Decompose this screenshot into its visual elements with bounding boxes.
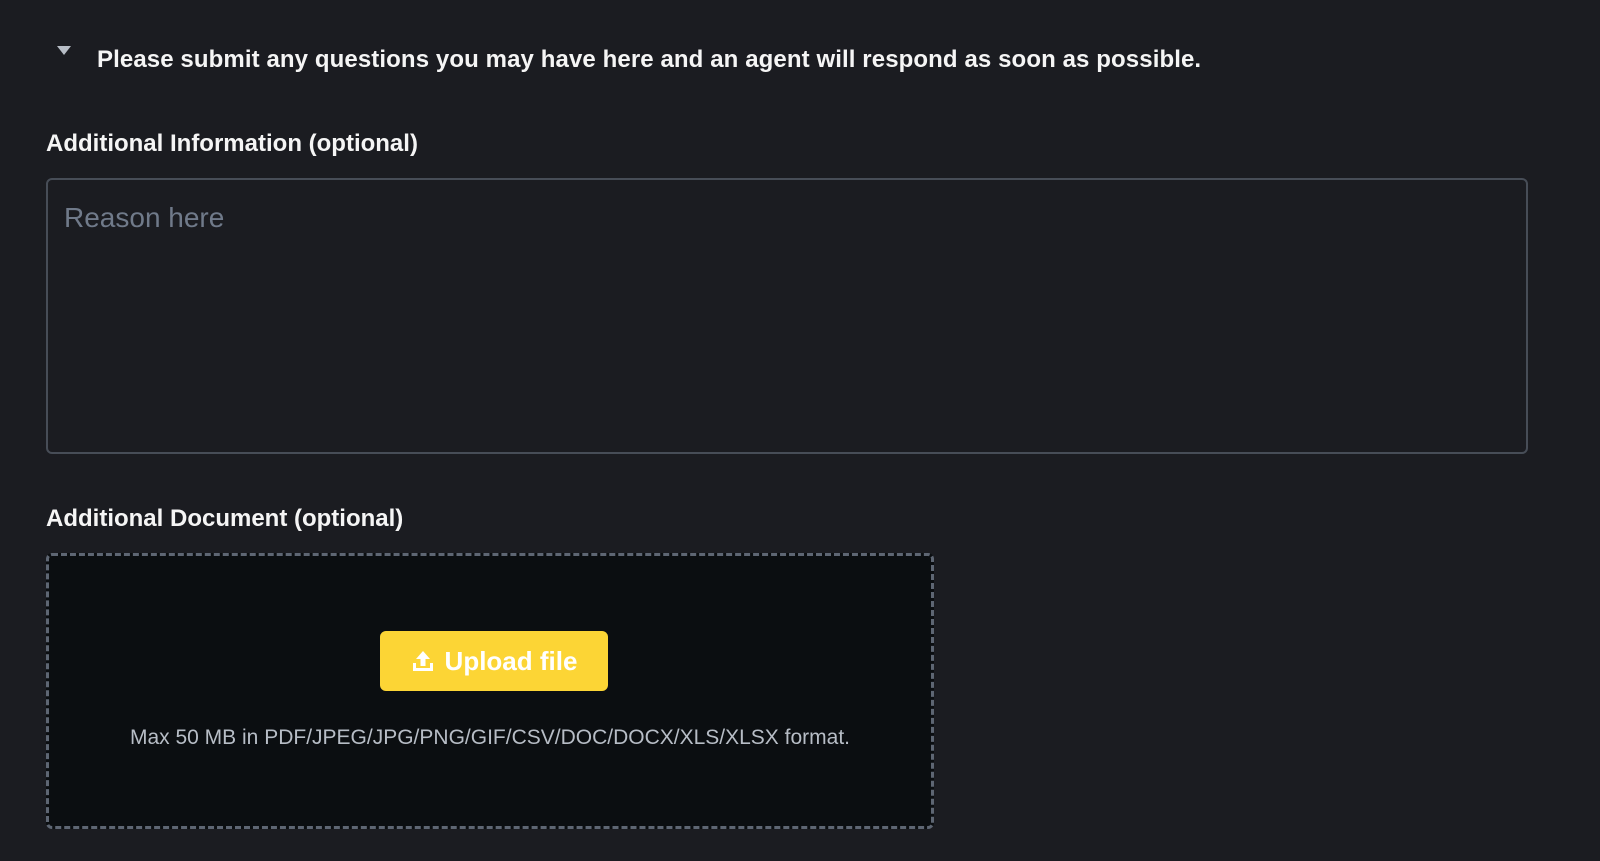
reason-textarea[interactable] (46, 178, 1528, 454)
upload-file-button[interactable]: Upload file (380, 631, 608, 691)
notice-text: Please submit any questions you may have… (97, 46, 1202, 73)
upload-button-label: Upload file (444, 645, 578, 676)
additional-information-label: Additional Information (optional) (46, 130, 418, 157)
caret-down-icon[interactable] (56, 45, 72, 61)
additional-document-label: Additional Document (optional) (46, 505, 404, 532)
upload-icon (411, 649, 435, 673)
upload-dropzone[interactable]: Upload file Max 50 MB in PDF/JPEG/JPG/PN… (46, 553, 934, 829)
notice-row: Please submit any questions you may have… (56, 40, 1201, 80)
upload-hint: Max 50 MB in PDF/JPEG/JPG/PNG/GIF/CSV/DO… (129, 726, 850, 749)
